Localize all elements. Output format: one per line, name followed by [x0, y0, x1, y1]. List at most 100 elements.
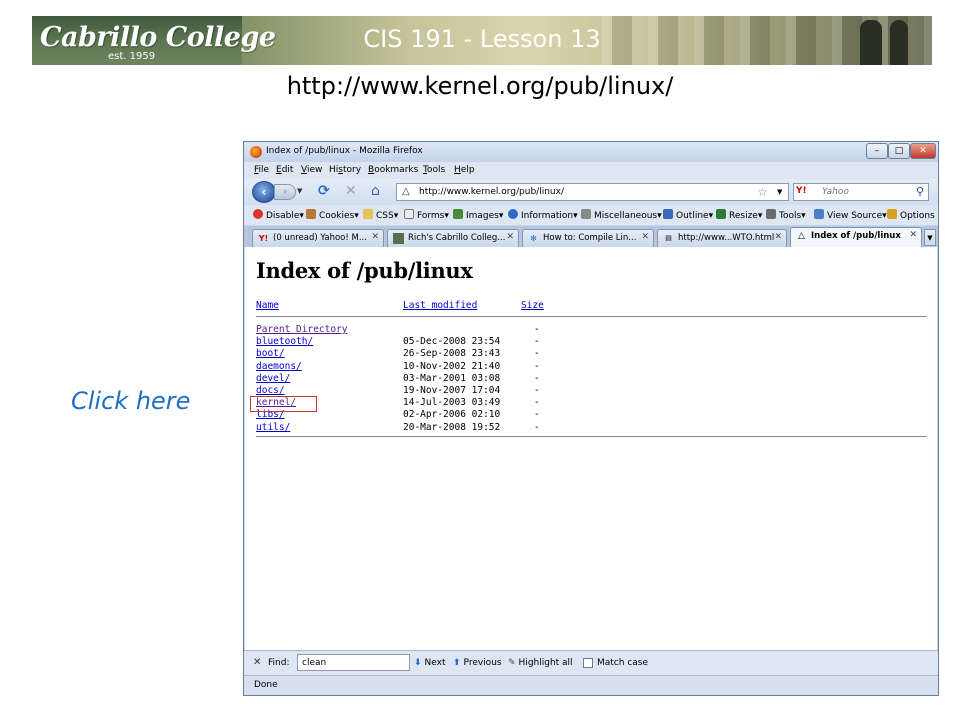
window-titlebar[interactable]: Index of /pub/linux - Mozilla Firefox – … [244, 142, 938, 162]
directory-link[interactable]: utils/ [256, 422, 290, 433]
devbar-information[interactable]: Information▾ [508, 209, 578, 221]
devbar-disable[interactable]: Disable▾ [253, 209, 304, 221]
devbar-cookies[interactable]: Cookies▾ [306, 209, 359, 221]
history-dropdown-icon[interactable]: ▼ [297, 187, 302, 195]
navigation-toolbar: ‹ › ▼ ⟳ ✕ ⌂ △ ☆ ▼ Y! ⚲ [244, 179, 938, 205]
column-last-modified-link[interactable]: Last modified [403, 300, 477, 311]
search-input[interactable] [822, 185, 912, 199]
find-previous-button[interactable]: ⬆ Previous [453, 658, 502, 668]
search-bar[interactable]: Y! ⚲ [793, 183, 929, 201]
find-next-button[interactable]: ⬇ Next [414, 658, 446, 668]
directory-link[interactable]: Parent Directory [256, 324, 348, 335]
directory-link[interactable]: boot/ [256, 348, 285, 359]
bookmark-star-icon[interactable]: ☆ [757, 185, 768, 199]
table-row: utils/20-Mar-2008 19:52 - [245, 422, 937, 434]
status-text: Done [254, 680, 278, 690]
table-row: boot/26-Sep-2008 23:43 - [245, 348, 937, 360]
slide-title: CIS 191 - Lesson 13 [363, 25, 601, 53]
banner-person-figure [860, 20, 882, 65]
css-icon [363, 209, 373, 219]
devbar-view-source[interactable]: View Source▾ [814, 209, 887, 221]
size-cell: - [534, 397, 540, 409]
size-cell: - [534, 348, 540, 360]
menu-help[interactable]: Help [454, 165, 475, 175]
tab-close-icon[interactable]: ✕ [371, 232, 379, 242]
view-source-icon [814, 209, 824, 219]
tab-close-icon[interactable]: ✕ [909, 230, 917, 240]
tab-close-icon[interactable]: ✕ [641, 232, 649, 242]
devbar-forms[interactable]: Forms▾ [404, 209, 449, 221]
web-developer-toolbar: Disable▾ Cookies▾ CSS▾ Forms▾ Images▾ In… [244, 205, 938, 225]
tab-cabrillo[interactable]: Rich's Cabrillo Colleg... ✕ [387, 229, 519, 247]
reload-icon[interactable]: ⟳ [318, 183, 330, 199]
page-content: Index of /pub/linux Name Last modified S… [245, 247, 937, 650]
menu-tools[interactable]: Tools [423, 165, 445, 175]
table-row: bluetooth/05-Dec-2008 23:54 - [245, 336, 937, 348]
last-modified-cell: 03-Mar-2001 03:08 [403, 372, 501, 384]
tab-wto-html[interactable]: ▤ http://www...WTO.html ✕ [657, 229, 787, 247]
url-dropdown-icon[interactable]: ▼ [777, 188, 782, 196]
devbar-tools[interactable]: Tools▾ [766, 209, 806, 221]
column-name-link[interactable]: Name [256, 300, 279, 311]
last-modified-cell: 05-Dec-2008 23:54 [403, 336, 501, 348]
directory-link[interactable]: devel/ [256, 373, 290, 384]
banner-columns-photo [602, 16, 932, 65]
miscellaneous-icon [581, 209, 591, 219]
maximize-button[interactable]: □ [888, 143, 910, 159]
forms-icon [404, 209, 414, 219]
table-row: devel/03-Mar-2001 03:08 - [245, 373, 937, 385]
column-size-link[interactable]: Size [521, 300, 544, 311]
devbar-resize[interactable]: Resize▾ [716, 209, 762, 221]
menu-history[interactable]: History [329, 165, 361, 175]
options-icon [887, 209, 897, 219]
tab-close-icon[interactable]: ✕ [774, 232, 782, 242]
url-input[interactable] [419, 185, 739, 199]
url-bar[interactable]: △ ☆ ▼ [396, 183, 789, 201]
devbar-options[interactable]: Options [887, 209, 935, 221]
devbar-miscellaneous[interactable]: Miscellaneous▾ [581, 209, 662, 221]
devbar-css[interactable]: CSS▾ [363, 209, 398, 221]
disable-icon [253, 209, 263, 219]
directory-link[interactable]: daemons/ [256, 361, 302, 372]
tab-list-dropdown-icon[interactable]: ▼ [924, 229, 936, 246]
close-find-icon[interactable]: ✕ [253, 657, 261, 668]
tux-favicon-icon: △ [402, 186, 410, 197]
find-label: Find: [268, 658, 290, 668]
size-cell: - [534, 421, 540, 433]
tab-close-icon[interactable]: ✕ [506, 232, 514, 242]
stop-icon[interactable]: ✕ [345, 183, 357, 199]
table-row: docs/19-Nov-2007 17:04 - [245, 385, 937, 397]
size-cell: - [534, 409, 540, 421]
tab-yahoo-mail[interactable]: Y! (0 unread) Yahoo! M... ✕ [252, 229, 384, 247]
devbar-outline[interactable]: Outline▾ [663, 209, 713, 221]
back-button[interactable]: ‹ [252, 181, 276, 203]
menu-view[interactable]: View [301, 165, 322, 175]
menu-edit[interactable]: Edit [276, 165, 293, 175]
home-icon[interactable]: ⌂ [371, 183, 380, 199]
directory-link[interactable]: docs/ [256, 385, 285, 396]
close-window-button[interactable]: ✕ [910, 143, 936, 159]
last-modified-cell: 10-Nov-2002 21:40 [403, 360, 501, 372]
information-icon [508, 209, 518, 219]
match-case-checkbox[interactable] [583, 658, 593, 668]
devbar-images[interactable]: Images▾ [453, 209, 503, 221]
divider [256, 436, 927, 437]
directory-link[interactable]: bluetooth/ [256, 336, 313, 347]
tab-index-pub-linux[interactable]: △ Index of /pub/linux ✕ [790, 227, 922, 247]
menu-bookmarks[interactable]: Bookmarks [368, 165, 418, 175]
yahoo-engine-icon[interactable]: Y! [796, 186, 816, 198]
menu-file[interactable]: File [254, 165, 269, 175]
search-icon[interactable]: ⚲ [916, 185, 924, 198]
howto-icon: ✻ [530, 234, 537, 243]
minimize-button[interactable]: – [866, 143, 888, 159]
slide-header-banner: Cabrillo College est. 1959 CIS 191 - Les… [32, 16, 932, 65]
logo-established-year: est. 1959 [108, 51, 156, 62]
size-cell: - [534, 372, 540, 384]
divider [256, 316, 927, 317]
tab-how-to-compile[interactable]: ✻ How to: Compile Lin... ✕ [522, 229, 654, 247]
find-input[interactable] [297, 654, 410, 671]
table-row: Parent Directory - [245, 324, 937, 336]
forward-button[interactable]: › [274, 184, 296, 200]
highlight-all-button[interactable]: ✎ Highlight all [508, 658, 573, 668]
kernel-highlight-box [250, 396, 317, 412]
